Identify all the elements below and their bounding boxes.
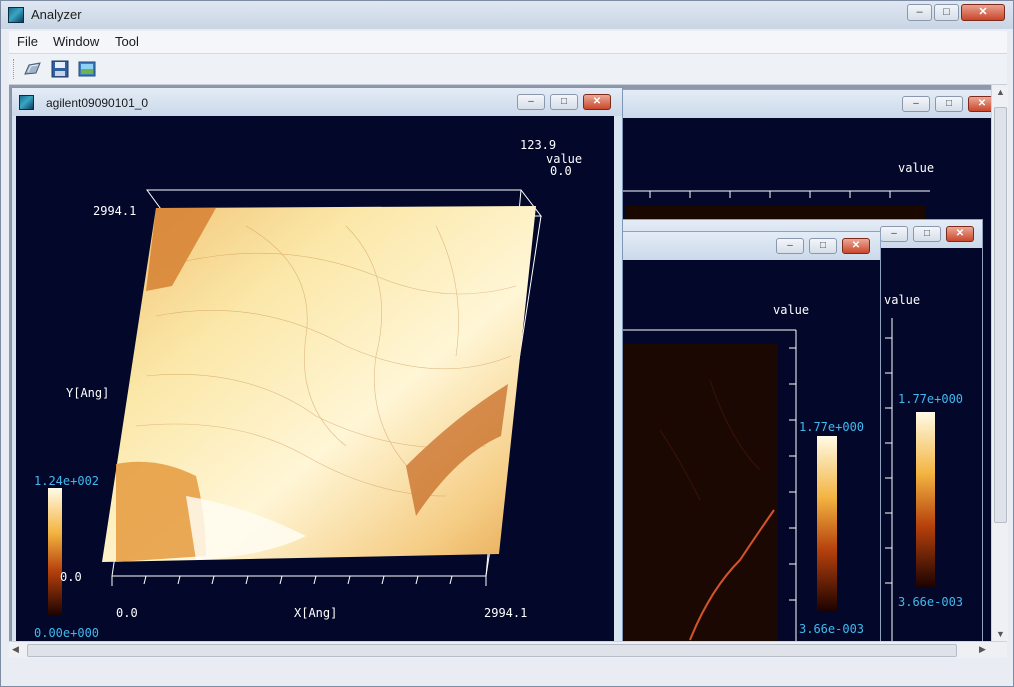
scroll-right-icon[interactable]: ▶ <box>979 644 986 655</box>
front-window-plot[interactable]: 123.9 value 0.0 2994.1 Y[Ang] 0.0 X[Ang]… <box>16 116 614 641</box>
vertical-scrollbar[interactable]: ▲ ▼ <box>991 85 1008 641</box>
title-bar: Analyzer – □ ✕ <box>1 1 1013 29</box>
horizontal-scrollbar[interactable]: ◀ ▶ <box>9 641 1007 658</box>
front-window-icon <box>19 95 34 110</box>
middle-window-maximize-button[interactable]: □ <box>809 238 837 254</box>
menu-file[interactable]: File <box>17 34 38 49</box>
front-value-max: 123.9 <box>520 138 557 152</box>
scroll-up-icon[interactable]: ▲ <box>996 87 1005 97</box>
front-cbar-max: 1.24e+002 <box>34 474 100 488</box>
image-icon[interactable] <box>77 59 97 79</box>
right-window-maximize-button[interactable]: □ <box>913 226 941 242</box>
front-y-max: 2994.1 <box>93 204 137 218</box>
horizontal-scroll-thumb[interactable] <box>27 644 957 657</box>
front-window-maximize-button[interactable]: □ <box>550 94 578 110</box>
minimize-button[interactable]: – <box>907 4 932 21</box>
scroll-left-icon[interactable]: ◀ <box>12 644 19 655</box>
front-window[interactable]: agilent09090101_0 – □ ✕ 123.9 value 0.0 … <box>11 87 623 641</box>
front-window-minimize-button[interactable]: – <box>517 94 545 110</box>
front-window-title: agilent09090101_0 <box>46 96 149 110</box>
front-x-max: 2994.1 <box>484 606 528 620</box>
save-icon[interactable] <box>50 59 70 79</box>
back-window-maximize-button[interactable]: □ <box>935 96 963 112</box>
vertical-scroll-thumb[interactable] <box>994 107 1007 523</box>
back-window-titlebar[interactable]: – □ ✕ <box>570 90 1004 118</box>
open-file-icon[interactable] <box>23 59 43 79</box>
front-window-close-button[interactable]: ✕ <box>583 94 611 110</box>
middle-window-minimize-button[interactable]: – <box>776 238 804 254</box>
maximize-button[interactable]: □ <box>934 4 959 21</box>
front-cbar-mid: 0.0 <box>60 570 82 584</box>
back-window-minimize-button[interactable]: – <box>902 96 930 112</box>
toolbar-grip[interactable] <box>13 59 17 79</box>
app-title: Analyzer <box>31 7 82 22</box>
app-icon <box>8 7 24 23</box>
front-cbar-min: 0.00e+000 <box>34 626 100 640</box>
toolbar <box>9 54 1007 85</box>
close-button[interactable]: ✕ <box>961 4 1005 21</box>
status-bar <box>1 658 1013 686</box>
front-x-axis-label: X[Ang] <box>294 606 338 620</box>
front-x-min: 0.0 <box>116 606 138 620</box>
front-value-min: 0.0 <box>550 164 572 178</box>
menu-bar: File Window Tool <box>9 31 1007 54</box>
surface-3d-plot[interactable] <box>16 116 614 641</box>
analyzer-app-window: Analyzer – □ ✕ File Window Tool – □ ✕ va… <box>0 0 1014 687</box>
middle-window-close-button[interactable]: ✕ <box>842 238 870 254</box>
menu-window[interactable]: Window <box>53 34 99 49</box>
right-window-minimize-button[interactable]: – <box>880 226 908 242</box>
front-window-titlebar[interactable]: agilent09090101_0 – □ ✕ <box>12 88 622 116</box>
right-window-close-button[interactable]: ✕ <box>946 226 974 242</box>
scroll-down-icon[interactable]: ▼ <box>996 629 1005 639</box>
mdi-workspace: – □ ✕ value – □ ✕ value 1.77e+000 3.66e-… <box>9 85 1007 641</box>
front-y-axis-label: Y[Ang] <box>66 386 110 400</box>
menu-tool[interactable]: Tool <box>115 34 139 49</box>
